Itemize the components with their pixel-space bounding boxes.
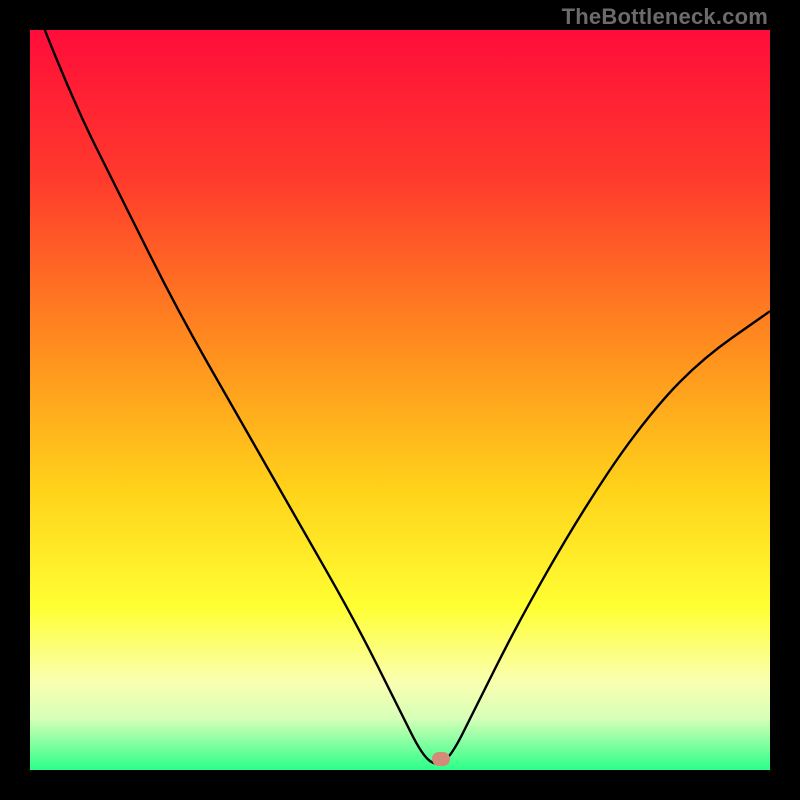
plot-area xyxy=(30,30,770,770)
bottleneck-curve xyxy=(45,30,770,764)
chart-frame: TheBottleneck.com xyxy=(0,0,800,800)
optimal-point-marker xyxy=(432,752,450,766)
curve-layer xyxy=(30,30,770,770)
watermark-label: TheBottleneck.com xyxy=(562,4,768,30)
